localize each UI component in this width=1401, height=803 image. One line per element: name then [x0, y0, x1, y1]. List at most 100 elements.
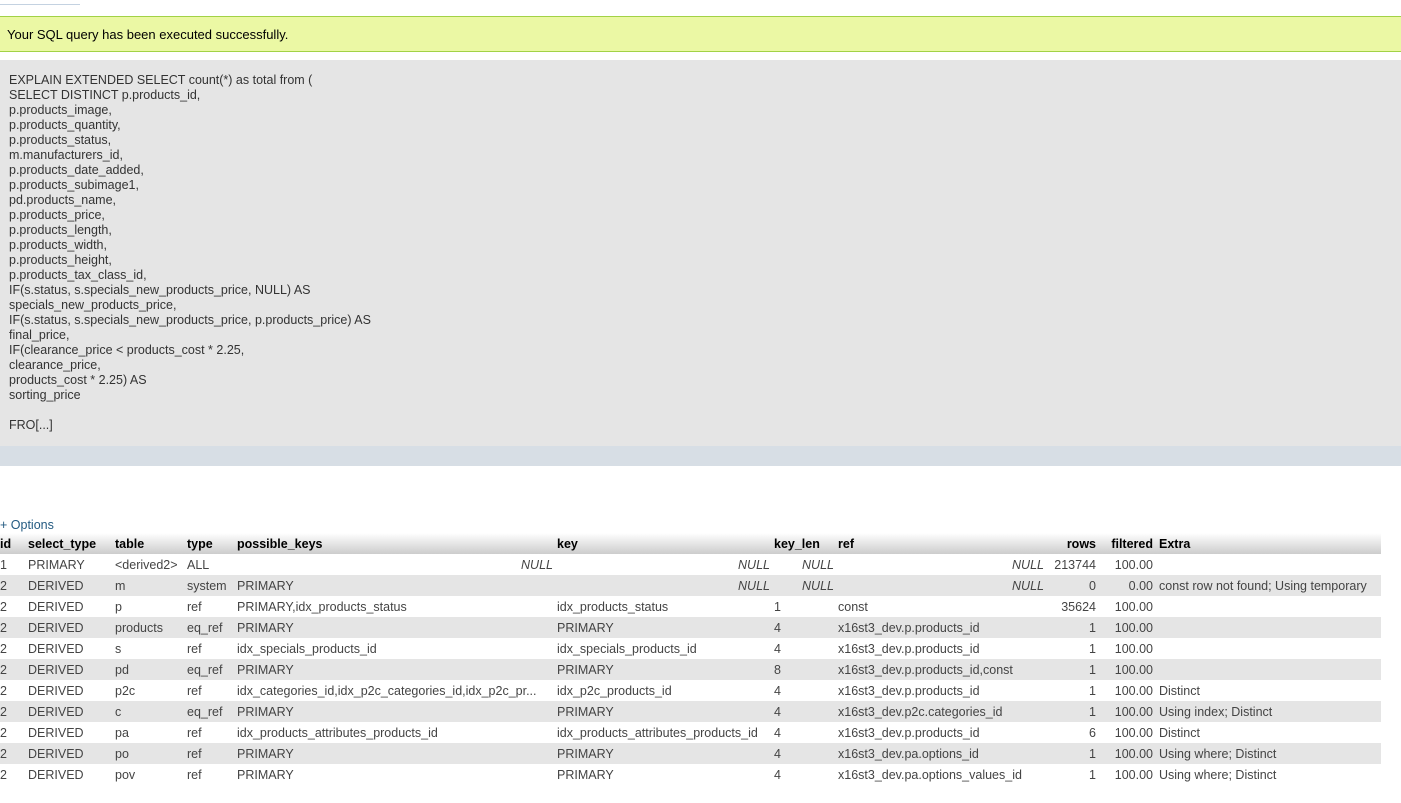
- cell-extra: Using where; Distinct: [1159, 764, 1381, 785]
- cell-rows: 6: [1048, 722, 1102, 743]
- cell-key: NULL: [557, 575, 774, 596]
- cell-filtered: 100.00: [1102, 617, 1159, 638]
- cell-filtered: 100.00: [1102, 596, 1159, 617]
- cell-select-type: DERIVED: [28, 617, 115, 638]
- cell-table: p: [115, 596, 187, 617]
- cell-possible-keys: idx_products_attributes_products_id: [237, 722, 557, 743]
- cell-select-type: PRIMARY: [28, 554, 115, 575]
- cell-ref: x16st3_dev.p.products_id: [838, 617, 1048, 638]
- cell-extra: [1159, 554, 1381, 575]
- table-row[interactable]: 2 DERIVED products eq_ref PRIMARY PRIMARY 4 x16…: [0, 617, 1381, 638]
- cell-possible-keys: PRIMARY,idx_products_status: [237, 596, 557, 617]
- cell-key-len: NULL: [774, 575, 838, 596]
- table-row[interactable]: 2 DERIVED c eq_ref PRIMARY PRIMARY 4 x16st3_dev…: [0, 701, 1381, 722]
- table-row[interactable]: 2 DERIVED m system PRIMARY NULL NULL NULL 0 0.00 c…: [0, 575, 1381, 596]
- cell-filtered: 100.00: [1102, 743, 1159, 764]
- cell-type: ref: [187, 638, 237, 659]
- cell-extra: [1159, 659, 1381, 680]
- cell-possible-keys: NULL: [237, 554, 557, 575]
- cell-key-len: 4: [774, 722, 838, 743]
- col-header-id[interactable]: id: [0, 533, 28, 554]
- cell-ref: x16st3_dev.p.products_id: [838, 680, 1048, 701]
- options-toggle[interactable]: + Options: [0, 518, 54, 532]
- table-row[interactable]: 1 PRIMARY <derived2> ALL NULL NULL NULL NULL 213…: [0, 554, 1381, 575]
- cell-key-len: 1: [774, 596, 838, 617]
- cell-id: 2: [0, 680, 28, 701]
- cell-ref: x16st3_dev.p.products_id: [838, 638, 1048, 659]
- cell-possible-keys: PRIMARY: [237, 617, 557, 638]
- cell-possible-keys: idx_categories_id,idx_p2c_categories_id,…: [237, 680, 557, 701]
- cell-possible-keys: PRIMARY: [237, 764, 557, 785]
- col-header-filtered[interactable]: filtered: [1102, 533, 1159, 554]
- col-header-key[interactable]: key: [557, 533, 774, 554]
- col-header-extra[interactable]: Extra: [1159, 533, 1381, 554]
- col-header-select-type[interactable]: select_type: [28, 533, 115, 554]
- cell-rows: 35624: [1048, 596, 1102, 617]
- cell-select-type: DERIVED: [28, 743, 115, 764]
- cell-ref: NULL: [838, 554, 1048, 575]
- cell-select-type: DERIVED: [28, 764, 115, 785]
- cell-filtered: 100.00: [1102, 659, 1159, 680]
- col-header-key-len[interactable]: key_len: [774, 533, 838, 554]
- cell-select-type: DERIVED: [28, 659, 115, 680]
- cell-key: idx_products_attributes_products_id: [557, 722, 774, 743]
- cell-type: ref: [187, 743, 237, 764]
- cell-filtered: 100.00: [1102, 680, 1159, 701]
- col-header-ref[interactable]: ref: [838, 533, 1048, 554]
- table-row[interactable]: 2 DERIVED pd eq_ref PRIMARY PRIMARY 8 x16st3_de…: [0, 659, 1381, 680]
- cell-table: po: [115, 743, 187, 764]
- cell-key-len: 4: [774, 680, 838, 701]
- cell-extra: [1159, 617, 1381, 638]
- cell-key: NULL: [557, 554, 774, 575]
- cell-possible-keys: PRIMARY: [237, 743, 557, 764]
- cell-filtered: 100.00: [1102, 638, 1159, 659]
- col-header-type[interactable]: type: [187, 533, 237, 554]
- cut-off-link: [0, 0, 80, 5]
- cell-type: eq_ref: [187, 617, 237, 638]
- cell-key: PRIMARY: [557, 764, 774, 785]
- cell-ref: x16st3_dev.pa.options_values_id: [838, 764, 1048, 785]
- cell-table: pa: [115, 722, 187, 743]
- cell-key-len: 4: [774, 701, 838, 722]
- cell-rows: 213744: [1048, 554, 1102, 575]
- cell-ref: x16st3_dev.p.products_id,const: [838, 659, 1048, 680]
- cell-type: ref: [187, 680, 237, 701]
- cell-extra: Distinct: [1159, 722, 1381, 743]
- table-row[interactable]: 2 DERIVED pa ref idx_products_attributes_pro…: [0, 722, 1381, 743]
- sql-query-text: EXPLAIN EXTENDED SELECT count(*) as tota…: [9, 73, 371, 432]
- cell-key: PRIMARY: [557, 617, 774, 638]
- cell-key-len: 8: [774, 659, 838, 680]
- cell-select-type: DERIVED: [28, 701, 115, 722]
- explain-results-table: id select_type table type possible_keys …: [0, 533, 1381, 785]
- cell-id: 1: [0, 554, 28, 575]
- table-row[interactable]: 2 DERIVED po ref PRIMARY PRIMARY 4 x16st3_dev.p…: [0, 743, 1381, 764]
- cell-key-len: 4: [774, 764, 838, 785]
- cell-id: 2: [0, 638, 28, 659]
- table-row[interactable]: 2 DERIVED s ref idx_specials_products_id idx_…: [0, 638, 1381, 659]
- cell-table: <derived2>: [115, 554, 187, 575]
- cell-table: p2c: [115, 680, 187, 701]
- col-header-possible-keys[interactable]: possible_keys: [237, 533, 557, 554]
- cell-extra: [1159, 638, 1381, 659]
- cell-id: 2: [0, 743, 28, 764]
- cell-rows: 1: [1048, 764, 1102, 785]
- cell-id: 2: [0, 701, 28, 722]
- table-row[interactable]: 2 DERIVED p2c ref idx_categories_id,idx_p2c_…: [0, 680, 1381, 701]
- table-row[interactable]: 2 DERIVED p ref PRIMARY,idx_products_status i…: [0, 596, 1381, 617]
- cell-type: eq_ref: [187, 659, 237, 680]
- cell-select-type: DERIVED: [28, 680, 115, 701]
- cell-filtered: 0.00: [1102, 575, 1159, 596]
- success-message: Your SQL query has been executed success…: [0, 16, 1401, 52]
- cell-filtered: 100.00: [1102, 722, 1159, 743]
- cell-filtered: 100.00: [1102, 701, 1159, 722]
- table-row[interactable]: 2 DERIVED pov ref PRIMARY PRIMARY 4 x16st3_dev.…: [0, 764, 1381, 785]
- cell-select-type: DERIVED: [28, 722, 115, 743]
- cell-rows: 1: [1048, 617, 1102, 638]
- col-header-rows[interactable]: rows: [1048, 533, 1102, 554]
- col-header-table[interactable]: table: [115, 533, 187, 554]
- cell-key-len: 4: [774, 638, 838, 659]
- cell-select-type: DERIVED: [28, 638, 115, 659]
- cell-table: pov: [115, 764, 187, 785]
- cell-ref: NULL: [838, 575, 1048, 596]
- cell-extra: Using where; Distinct: [1159, 743, 1381, 764]
